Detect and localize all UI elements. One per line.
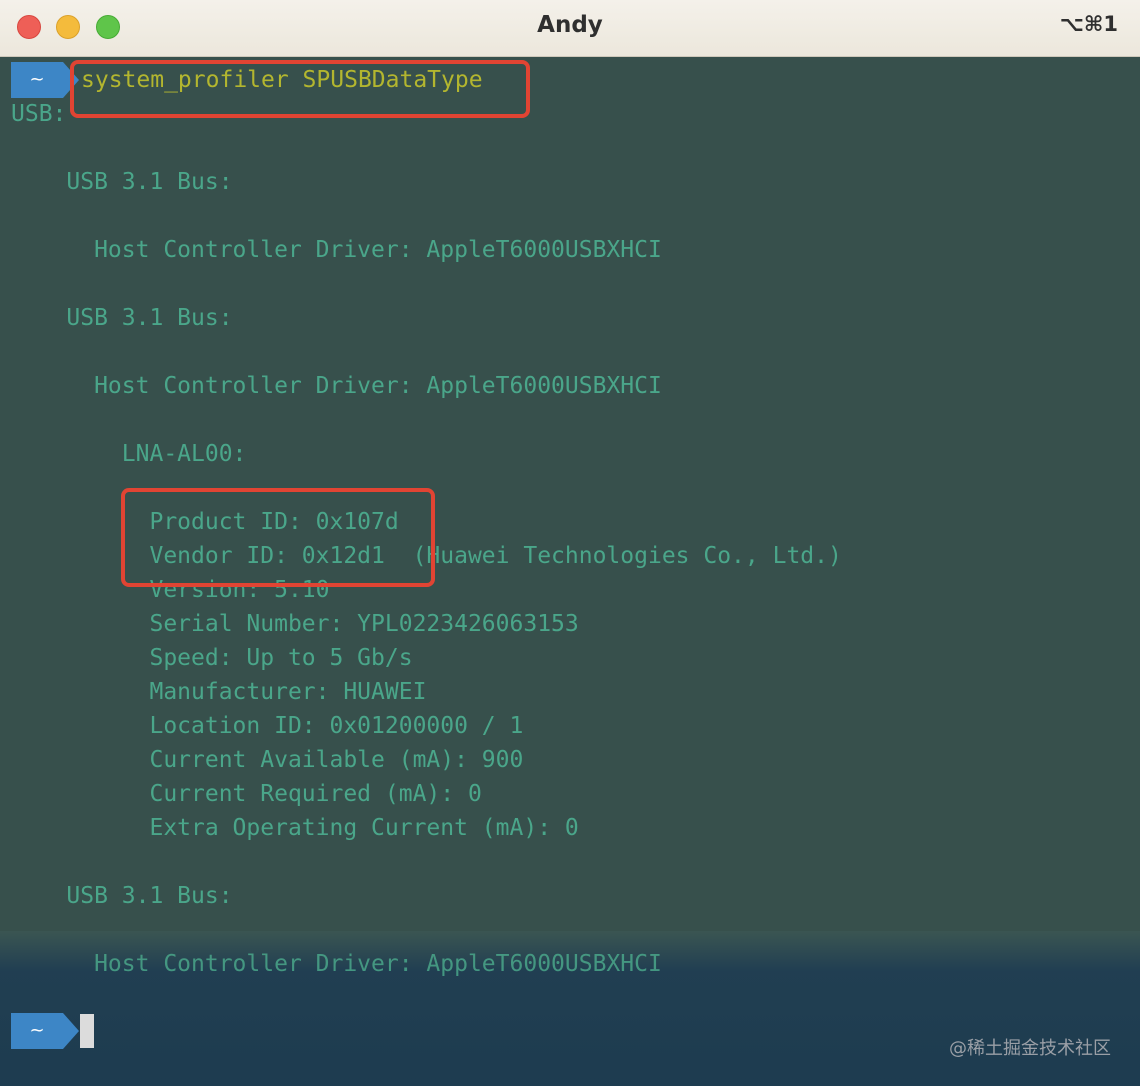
title-bar: Andy ⌥⌘1 [0,0,1140,57]
prompt-arrow-icon: ~ [11,62,79,98]
output-line: Speed: Up to 5 Gb/s [11,645,413,671]
output-line: LNA-AL00: [11,441,247,467]
output-line: USB 3.1 Bus: [11,883,233,909]
output-line: Manufacturer: HUAWEI [11,679,427,705]
output-line: Host Controller Driver: AppleT6000USBXHC… [11,373,662,399]
terminal-content[interactable]: ~ system_profiler SPUSBDataType USB: USB… [0,57,1140,1086]
output-line: USB 3.1 Bus: [11,305,233,331]
output-line: Current Required (mA): 0 [11,781,482,807]
terminal-window: Andy ⌥⌘1 ~ system_profiler SPUSBDataType… [0,0,1140,1086]
output-line: Location ID: 0x01200000 / 1 [11,713,524,739]
output-line: USB 3.1 Bus: [11,169,233,195]
output-line: USB: [11,101,67,127]
output-line: Host Controller Driver: AppleT6000USBXHC… [11,237,662,263]
window-title: Andy [537,12,603,38]
text-cursor [80,1014,94,1048]
output-line: Current Available (mA): 900 [11,747,524,773]
prompt-symbol: ~ [29,1020,45,1041]
id-highlight-box [121,488,435,587]
prompt-arrow-icon: ~ [11,1013,79,1049]
output-line: Serial Number: YPL0223426063153 [11,611,579,637]
window-shortcut: ⌥⌘1 [1059,12,1118,36]
watermark: @稀土掘金技术社区 [949,1038,1111,1059]
output-line: Extra Operating Current (mA): 0 [11,815,579,841]
output-line: Host Controller Driver: AppleT6000USBXHC… [11,951,662,977]
command-highlight-box [70,60,530,118]
prompt-symbol: ~ [29,69,45,90]
